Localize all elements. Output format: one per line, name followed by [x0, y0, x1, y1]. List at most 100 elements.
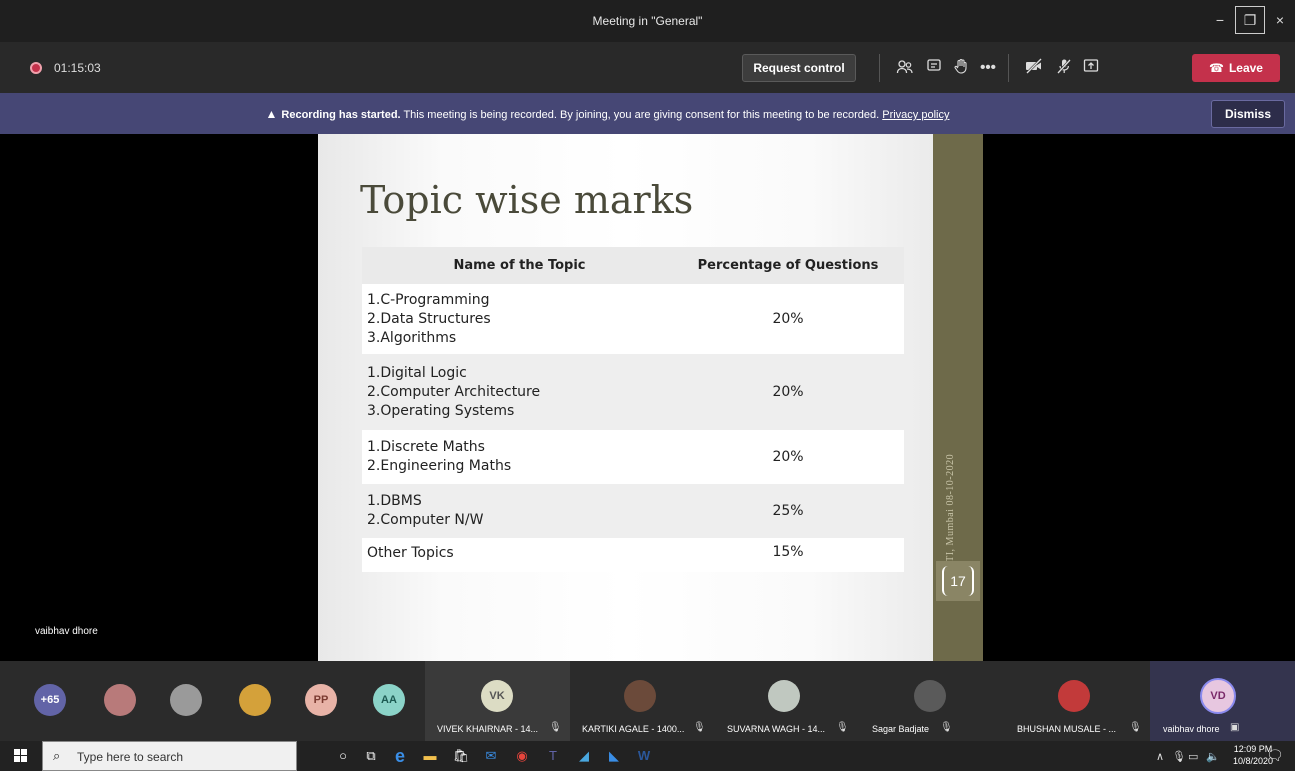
- topic-item: Other Topics: [367, 545, 454, 561]
- edge-browser-icon[interactable]: e: [390, 746, 410, 766]
- table-header-row: Name of the Topic Percentage of Question…: [362, 247, 904, 284]
- camera-off-icon[interactable]: [1024, 58, 1044, 78]
- volume-icon[interactable]: 🔈: [1206, 750, 1220, 763]
- slide-title: Topic wise marks: [360, 178, 694, 222]
- topic-cell: 1.Discrete Maths 2.Engineering Maths: [362, 438, 672, 476]
- slide-page-number: 17: [942, 566, 974, 596]
- mic-off-icon: 🎙: [693, 722, 706, 733]
- presenter-name-label: vaibhav dhore: [35, 626, 98, 637]
- topic-item: 3.Algorithms: [367, 329, 457, 346]
- notification-center-icon[interactable]: 🗨: [1266, 747, 1284, 764]
- minimize-button[interactable]: −: [1205, 6, 1235, 34]
- table-row: 1.DBMS 2.Computer N/W 25%: [362, 484, 904, 538]
- mail-icon[interactable]: ✉: [481, 746, 501, 766]
- toolbar-divider: [879, 54, 880, 82]
- overflow-participants-badge[interactable]: +65: [34, 684, 66, 716]
- participant-photo-avatar[interactable]: [170, 684, 202, 716]
- word-icon[interactable]: W: [634, 746, 654, 766]
- participant-avatar-pp[interactable]: PP: [305, 684, 337, 716]
- topic-item: 2.Computer N/W: [367, 512, 484, 528]
- dismiss-button[interactable]: Dismiss: [1211, 100, 1285, 128]
- mic-off-icon: 🎙: [1129, 722, 1142, 733]
- participant-name: vaibhav dhore: [1163, 724, 1220, 734]
- table-row: Other Topics 15%: [362, 538, 904, 572]
- topic-item: 1.C-Programming: [367, 291, 490, 308]
- topic-cell: Other Topics: [362, 544, 672, 563]
- percentage-cell: 25%: [772, 503, 804, 519]
- participant-photo-avatar[interactable]: [624, 680, 656, 712]
- chrome-icon[interactable]: ◉: [512, 746, 532, 766]
- topic-item: 1.DBMS: [367, 493, 422, 509]
- participant-name: Sagar Badjate: [872, 724, 930, 734]
- topic-item: 2.Computer Architecture: [367, 383, 541, 400]
- topic-item: 1.Digital Logic: [367, 364, 467, 381]
- window-title: Meeting in "General": [592, 14, 703, 28]
- recording-banner-message: ▲ Recording has started. This meeting is …: [0, 107, 1215, 121]
- table-header: Name of the Topic: [453, 258, 586, 273]
- participant-photo-avatar[interactable]: [1058, 680, 1090, 712]
- topic-item: 3.Operating Systems: [367, 402, 515, 419]
- maximize-button[interactable]: ❐: [1235, 6, 1265, 34]
- participant-name: BHUSHAN MUSALE - ...: [1017, 724, 1117, 734]
- leave-button[interactable]: ☎ Leave: [1192, 54, 1280, 82]
- tray-chevron-icon[interactable]: ∧: [1156, 750, 1164, 763]
- mic-off-icon: 🎙: [940, 722, 953, 733]
- request-control-button[interactable]: Request control: [742, 54, 856, 82]
- network-icon[interactable]: ▭: [1188, 750, 1198, 763]
- phone-hangup-icon: ☎: [1209, 61, 1224, 75]
- topic-cell: 1.Digital Logic 2.Computer Architecture …: [362, 364, 672, 421]
- meeting-timer: 01:15:03: [54, 61, 101, 75]
- participant-photo-avatar[interactable]: [239, 684, 271, 716]
- more-options-icon[interactable]: •••: [978, 58, 998, 78]
- participant-name: SUVARNA WAGH - 14...: [727, 724, 826, 734]
- search-placeholder: Type here to search: [77, 750, 184, 764]
- task-view-icon[interactable]: ⧉: [361, 746, 381, 766]
- leave-button-label: Leave: [1228, 61, 1263, 75]
- recording-started-text: Recording has started.: [281, 109, 401, 121]
- participant-photo-avatar[interactable]: [768, 680, 800, 712]
- topic-item: 2.Data Structures: [367, 310, 491, 327]
- slide-side-strip: VJTI, Mumbai 08-10-2020 17: [933, 134, 983, 661]
- recording-banner: ▲ Recording has started. This meeting is …: [0, 93, 1295, 134]
- toolbar-divider: [1008, 54, 1009, 82]
- notes-app-icon[interactable]: ◢: [574, 746, 594, 766]
- participant-photo-avatar[interactable]: [104, 684, 136, 716]
- mic-off-icon: 🎙: [549, 722, 562, 733]
- participant-photo-avatar[interactable]: [914, 680, 946, 712]
- cortana-icon[interactable]: ○: [333, 746, 353, 766]
- window-controls: − ❐ ×: [1205, 6, 1295, 34]
- topic-item: 1.Discrete Maths: [367, 439, 485, 455]
- presenter-icon: ▣: [1230, 722, 1240, 733]
- participant-name: KARTIKI AGALE - 1400...: [582, 724, 685, 734]
- file-explorer-icon[interactable]: ▬: [420, 746, 440, 766]
- table-row: 1.C-Programming 2.Data Structures 3.Algo…: [362, 284, 904, 354]
- participants-icon[interactable]: [895, 58, 915, 78]
- mic-off-icon[interactable]: [1054, 58, 1074, 78]
- teams-icon[interactable]: T: [543, 746, 563, 766]
- topic-item: 2.Engineering Maths: [367, 458, 512, 474]
- percentage-cell: 20%: [772, 449, 804, 465]
- topic-cell: 1.DBMS 2.Computer N/W: [362, 492, 672, 530]
- share-screen-icon[interactable]: [1081, 58, 1101, 78]
- raise-hand-icon[interactable]: [951, 58, 971, 78]
- table-header: Percentage of Questions: [697, 258, 879, 273]
- photos-icon[interactable]: ◣: [604, 746, 624, 766]
- participant-avatar-vk[interactable]: VK: [481, 680, 513, 712]
- participant-avatar-aa[interactable]: AA: [373, 684, 405, 716]
- windows-start-icon[interactable]: [14, 749, 27, 762]
- privacy-policy-link[interactable]: Privacy policy: [882, 109, 949, 121]
- close-button[interactable]: ×: [1265, 6, 1295, 34]
- meeting-toolbar: 01:15:03 Request control ••• ☎ Leave: [0, 42, 1295, 93]
- chat-icon[interactable]: [924, 58, 944, 78]
- table-row: 1.Discrete Maths 2.Engineering Maths 20%: [362, 430, 904, 484]
- taskbar-search-box[interactable]: ⌕ Type here to search: [42, 741, 297, 771]
- window-title-bar: Meeting in "General" − ❐ ×: [0, 0, 1295, 42]
- participant-name: VIVEK KHAIRNAR - 14...: [437, 724, 539, 734]
- recording-indicator-icon: [30, 62, 42, 74]
- slide-page-number-box: 17: [936, 561, 980, 601]
- percentage-cell: 15%: [772, 544, 804, 560]
- participant-avatar-vd[interactable]: VD: [1200, 678, 1236, 714]
- recording-consent-text: This meeting is being recorded. By joini…: [400, 109, 883, 121]
- tray-mic-icon[interactable]: 🎙: [1172, 750, 1186, 763]
- store-icon[interactable]: 🛍: [451, 746, 471, 766]
